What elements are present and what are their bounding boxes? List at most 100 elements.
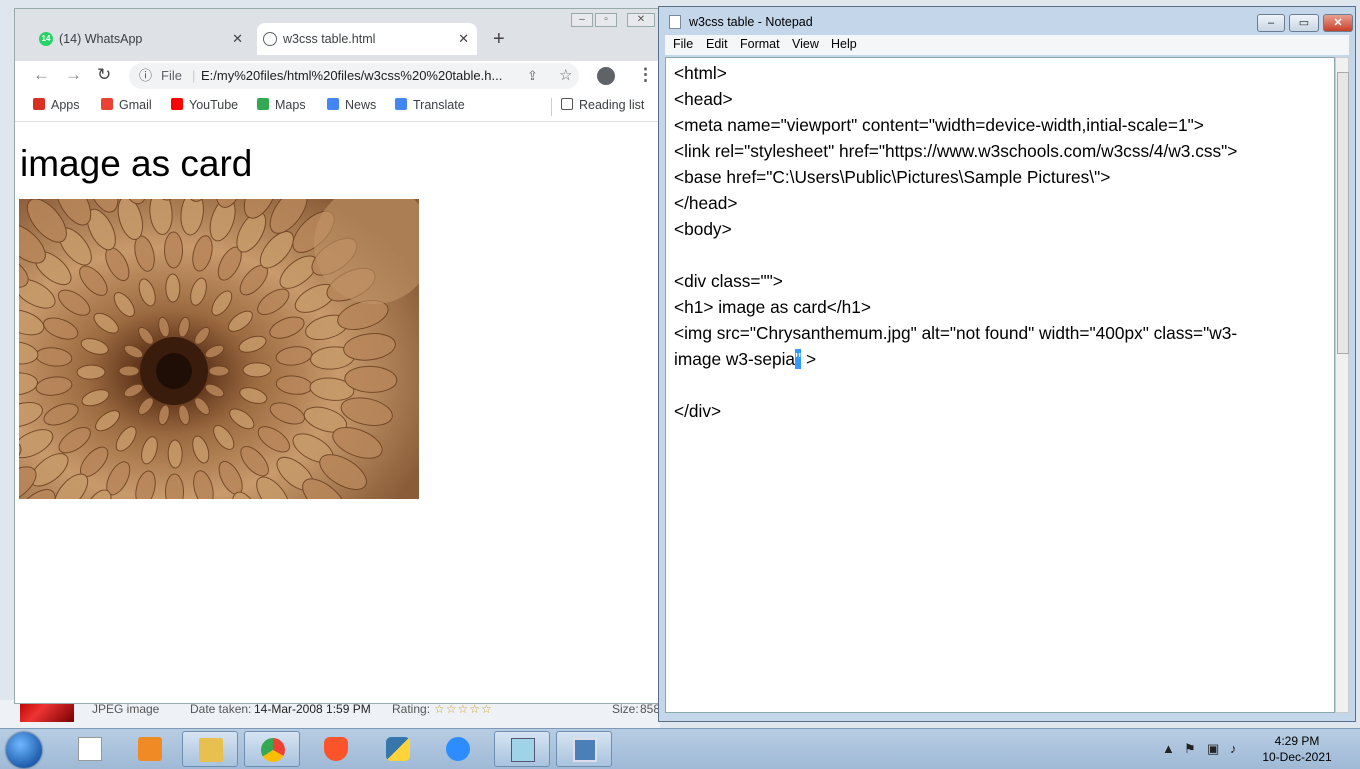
menu-format[interactable]: Format (740, 37, 780, 51)
menu-edit[interactable]: Edit (706, 37, 728, 51)
bookmark-maps[interactable]: Maps (257, 98, 306, 112)
text-editor[interactable]: <html> <head> <meta name="viewport" cont… (665, 57, 1335, 713)
file-type: JPEG image (92, 702, 160, 716)
minimize-button[interactable]: – (1257, 14, 1285, 32)
media-player-icon (138, 737, 162, 761)
bookmark-label: YouTube (189, 98, 239, 112)
rating-stars[interactable]: ☆☆☆☆☆ (434, 702, 493, 716)
address-bar[interactable]: ⓘ File | E:/my%20files/html%20files/w3cs… (129, 63, 579, 89)
bookmark-youtube[interactable]: YouTube (171, 98, 238, 112)
close-icon[interactable]: ✕ (458, 23, 469, 55)
info-icon[interactable]: ⓘ (139, 63, 152, 89)
chrome-tab-strip: 14 (14) WhatsApp ✕ w3css table.html ✕ + … (15, 9, 661, 61)
code-line: <base href="C:\Users\Public\Pictures\Sam… (674, 167, 1111, 187)
clock-date[interactable]: 10-Dec-2021 (1262, 750, 1332, 764)
bookmarks-bar: Apps Gmail YouTube Maps News Translate R… (15, 93, 661, 122)
notepad-window: w3css table - Notepad – ▭ ✕ File Edit Fo… (658, 6, 1356, 722)
scheme-label: File (161, 68, 182, 83)
explorer-details-strip: JPEG image Date taken: 14-Mar-2008 1:59 … (0, 700, 660, 728)
code-line: image w3-sepia" > (674, 346, 1326, 372)
code-line: <body> (674, 219, 732, 239)
code-line: </div> (674, 401, 722, 421)
close-icon[interactable]: ✕ (232, 23, 243, 55)
profile-avatar-icon[interactable] (597, 67, 615, 85)
network-icon[interactable]: ▣ (1207, 741, 1219, 757)
bookmark-label: News (345, 98, 377, 112)
scrollbar-thumb[interactable] (1337, 72, 1349, 354)
divider: | (192, 68, 196, 83)
size-label: Size: (612, 702, 639, 716)
gmail-icon (101, 98, 113, 110)
brave-icon (324, 737, 348, 761)
taskbar-explorer[interactable] (182, 731, 238, 767)
menu-file[interactable]: File (673, 37, 693, 51)
maximize-button[interactable]: ▭ (1289, 14, 1319, 32)
reading-list-label: Reading list (579, 98, 645, 112)
new-tab-button[interactable]: + (493, 23, 505, 55)
code-line: <link rel="stylesheet" href="https://www… (674, 141, 1238, 161)
code-line: <img src="Chrysanthemum.jpg" alt="not fo… (674, 323, 1238, 343)
forward-arrow-icon[interactable]: → (65, 65, 82, 85)
action-center-flag-icon[interactable]: ⚑ (1184, 741, 1196, 757)
menu-help[interactable]: Help (831, 37, 857, 51)
date-taken-value: 14-Mar-2008 1:59 PM (254, 702, 371, 716)
clock-time[interactable]: 4:29 PM (1262, 734, 1332, 748)
chrome-toolbar: ← → ↻ ⓘ File | E:/my%20files/html%20file… (15, 61, 661, 91)
start-button[interactable] (6, 732, 42, 768)
reading-list-icon (561, 98, 573, 110)
share-icon[interactable]: ⇪ (527, 63, 538, 89)
reading-list-button[interactable]: Reading list (561, 98, 644, 112)
bookmark-label: Translate (413, 98, 465, 112)
zoom-icon (446, 737, 470, 761)
menu-dots-icon[interactable]: ⋮ (637, 65, 654, 85)
taskbar-media-player[interactable] (122, 731, 178, 767)
petal (242, 362, 272, 378)
taskbar-brave[interactable] (308, 731, 364, 767)
python-icon (386, 737, 410, 761)
tab-w3css-table[interactable]: w3css table.html ✕ (257, 23, 477, 55)
menu-view[interactable]: View (792, 37, 819, 51)
minimize-button[interactable]: – (571, 13, 593, 27)
folder-icon (199, 738, 223, 762)
code-line: <html> (674, 63, 727, 83)
bookmark-star-icon[interactable]: ☆ (559, 63, 572, 89)
code-text: > (801, 349, 817, 369)
bookmark-label: Apps (51, 98, 80, 112)
volume-icon[interactable]: ♪ (1230, 741, 1237, 756)
vertical-scrollbar[interactable] (1335, 57, 1349, 713)
bookmark-gmail[interactable]: Gmail (101, 98, 152, 112)
taskbar-document[interactable] (62, 731, 118, 767)
chrome-icon (261, 738, 285, 762)
maps-icon (257, 98, 269, 110)
show-hidden-icons-icon[interactable]: ▲ (1162, 741, 1175, 756)
restore-button[interactable]: ▫ (595, 13, 617, 27)
back-arrow-icon[interactable]: ← (33, 65, 50, 85)
bookmark-label: Gmail (119, 98, 152, 112)
tab-label: w3css table.html (283, 32, 376, 46)
page-heading: image as card (20, 143, 253, 184)
taskbar-notepad[interactable] (494, 731, 550, 767)
taskbar-zoom[interactable] (430, 731, 486, 767)
taskbar-photo-viewer[interactable] (556, 731, 612, 767)
menu-bar: File Edit Format View Help (665, 35, 1349, 55)
taskbar-chrome[interactable] (244, 731, 300, 767)
bookmark-apps[interactable]: Apps (33, 98, 80, 112)
taskbar: ▲ ⚑ ▣ ♪ 4:29 PM 10-Dec-2021 (0, 728, 1360, 769)
bookmark-news[interactable]: News (327, 98, 376, 112)
apps-grid-icon (33, 98, 45, 110)
bookmark-label: Maps (275, 98, 306, 112)
date-taken-label: Date taken: (190, 702, 252, 716)
bookmark-translate[interactable]: Translate (395, 98, 465, 112)
tab-whatsapp[interactable]: 14 (14) WhatsApp ✕ (33, 23, 251, 55)
youtube-icon (171, 98, 183, 110)
code-line: <div class=""> (674, 271, 783, 291)
code-line: </head> (674, 193, 738, 213)
url-text[interactable]: E:/my%20files/html%20files/w3css%20%20ta… (201, 63, 521, 89)
taskbar-python[interactable] (370, 731, 426, 767)
reload-icon[interactable]: ↻ (97, 65, 111, 85)
close-button[interactable]: ✕ (1323, 14, 1353, 32)
close-button[interactable]: ✕ (627, 13, 655, 27)
petal (118, 365, 140, 377)
